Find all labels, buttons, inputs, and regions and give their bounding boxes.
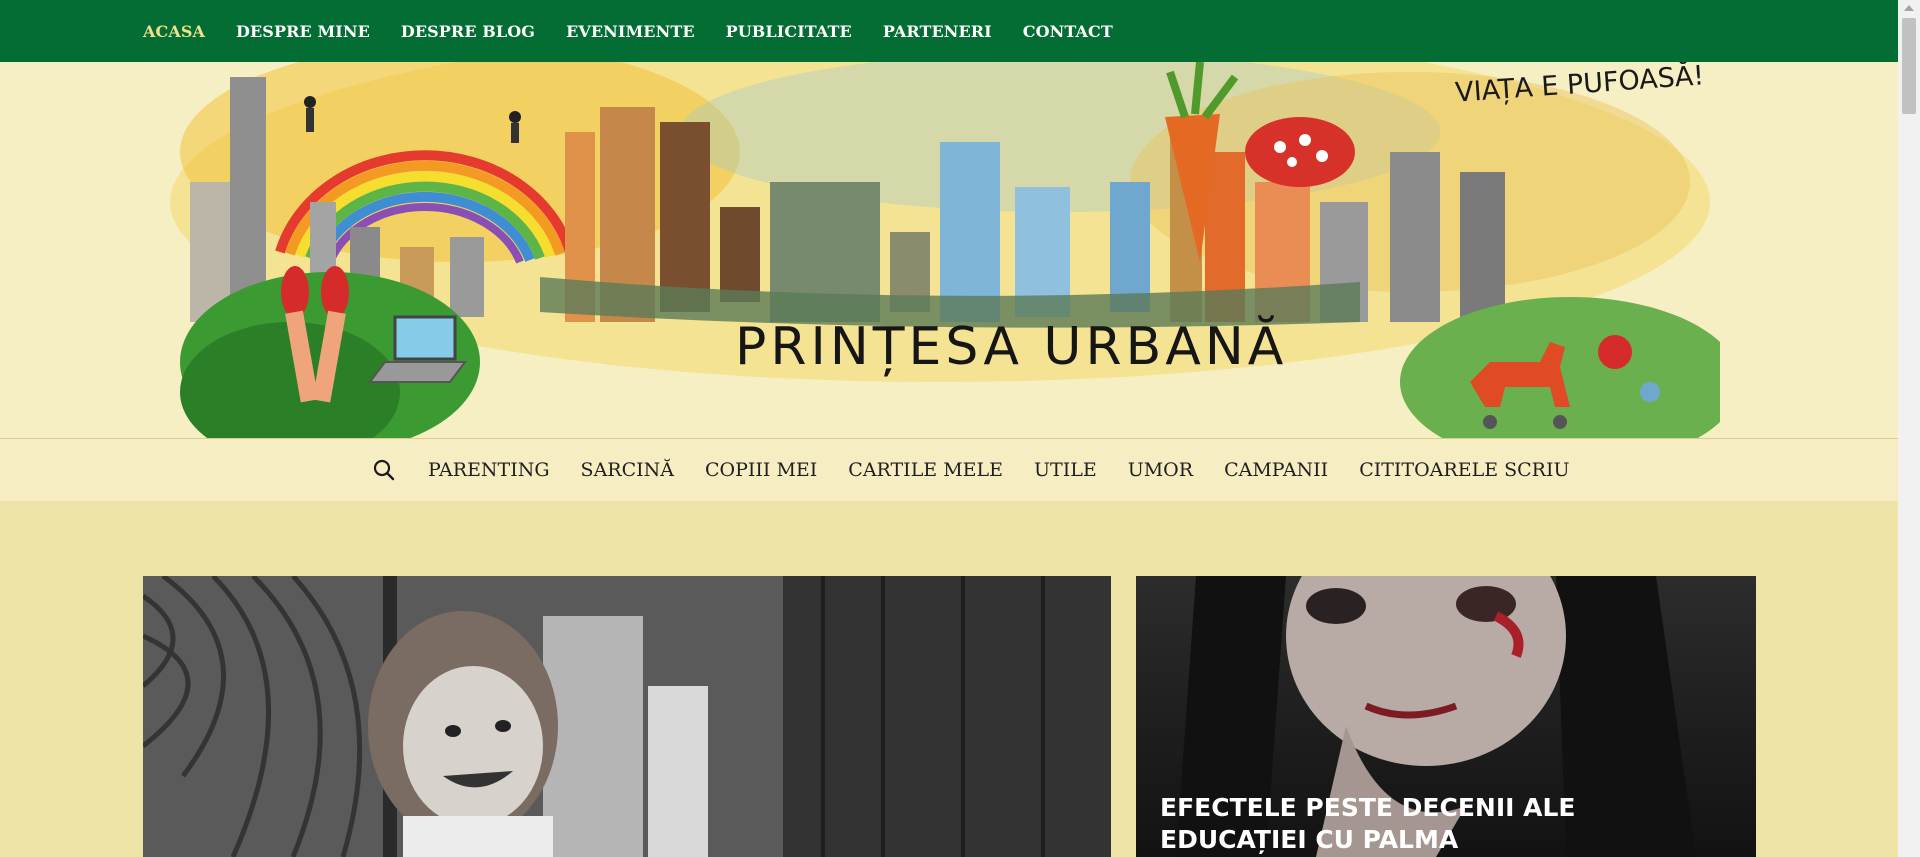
category-item-cititoarele-scriu[interactable]: CITITOARELE SCRIU: [1359, 459, 1569, 481]
top-nav-item-evenimente[interactable]: EVENIMENTE: [566, 22, 695, 41]
category-item-umor[interactable]: UMOR: [1128, 459, 1193, 481]
featured-post-title[interactable]: EFECTELE PESTE DECENII ALE EDUCAȚIEI CU …: [1160, 792, 1720, 856]
featured-post-right[interactable]: EFECTELE PESTE DECENII ALE EDUCAȚIEI CU …: [1136, 576, 1756, 857]
scrollbar-thumb[interactable]: [1902, 18, 1916, 114]
category-item-campanii[interactable]: CAMPANII: [1224, 459, 1328, 481]
page-scrollbar[interactable]: [1898, 0, 1920, 857]
top-nav-item-despre-blog[interactable]: DESPRE BLOG: [401, 22, 535, 41]
search-icon[interactable]: [372, 458, 396, 482]
top-nav-item-acasa[interactable]: ACASA: [143, 22, 205, 41]
category-item-utile[interactable]: UTILE: [1034, 459, 1097, 481]
featured-photo-child: [143, 576, 1111, 857]
featured-post-left[interactable]: [143, 576, 1111, 857]
category-item-cartile-mele[interactable]: CARTILE MELE: [848, 459, 1003, 481]
header-illustration[interactable]: [160, 62, 1720, 438]
category-item-sarcina[interactable]: SARCINĂ: [581, 459, 674, 481]
category-nav: PARENTING SARCINĂ COPIII MEI CARTILE MEL…: [0, 438, 1898, 501]
top-nav-item-parteneri[interactable]: PARTENERI: [883, 22, 992, 41]
top-bar: ACASA DESPRE MINE DESPRE BLOG EVENIMENTE…: [0, 0, 1898, 62]
site-header: VIAȚA E PUFOASĂ! PRINȚESA URBANĂ: [0, 62, 1898, 438]
category-item-parenting[interactable]: PARENTING: [428, 459, 550, 481]
scroll-up-icon[interactable]: [1904, 5, 1914, 11]
site-title[interactable]: PRINȚESA URBANĂ: [735, 317, 1287, 377]
top-nav-item-publicitate[interactable]: PUBLICITATE: [726, 22, 852, 41]
top-nav-item-contact[interactable]: CONTACT: [1023, 22, 1113, 41]
top-nav: ACASA DESPRE MINE DESPRE BLOG EVENIMENTE…: [143, 0, 1144, 62]
top-nav-item-despre-mine[interactable]: DESPRE MINE: [236, 22, 370, 41]
category-item-copiii-mei[interactable]: COPIII MEI: [705, 459, 817, 481]
category-nav-items: PARENTING SARCINĂ COPIII MEI CARTILE MEL…: [372, 439, 1600, 501]
